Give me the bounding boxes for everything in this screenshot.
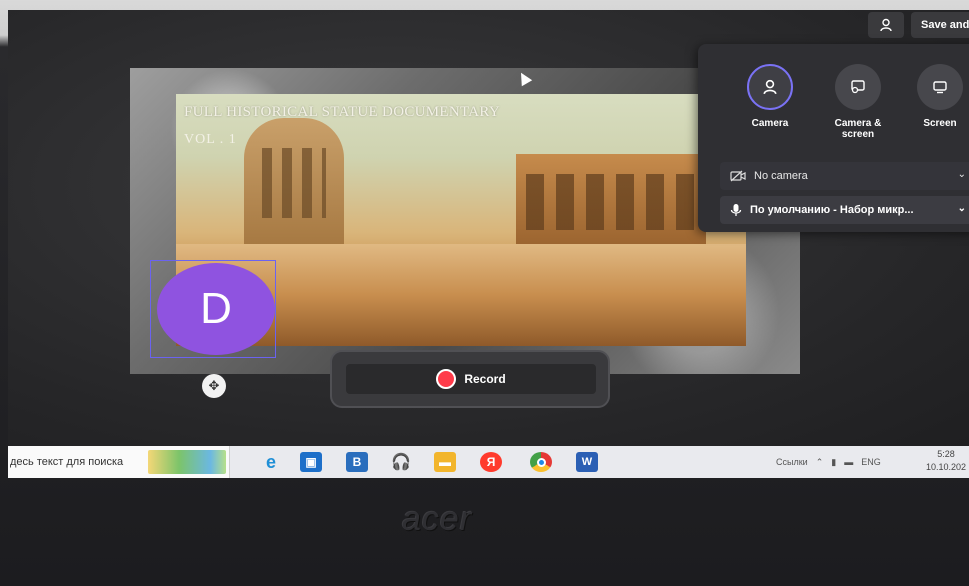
camera-screen-icon (835, 64, 881, 110)
camera-select-value: No camera (754, 170, 808, 182)
video-subtitle: VOL . 1 (184, 132, 237, 147)
battery-icon[interactable]: ▮ (831, 457, 836, 468)
clock-date: 10.10.202 (925, 462, 967, 472)
word-icon[interactable]: W (576, 452, 598, 472)
folder-icon[interactable]: ▬ (434, 452, 456, 472)
save-and-button[interactable]: Save and (911, 12, 969, 38)
clock-time: 5:28 (937, 449, 955, 459)
microphone-icon (730, 204, 742, 216)
chevron-down-icon: ⌄ (957, 203, 966, 214)
source-option-label: Camera & (834, 118, 882, 129)
chrome-icon[interactable] (530, 452, 552, 472)
source-selector-panel: Camera Camera & screen Screen No camera … (698, 44, 969, 232)
tray-label: Ссылки (776, 457, 808, 467)
search-highlight-image (148, 450, 226, 474)
move-icon[interactable]: ✥ (202, 374, 226, 398)
taskbar-search[interactable]: десь текст для поиска (8, 446, 230, 478)
taskbar-search-text: десь текст для поиска (10, 456, 124, 468)
camera-bubble-frame[interactable]: D (150, 260, 276, 358)
store-icon[interactable]: ▣ (300, 452, 322, 472)
record-label: Record (464, 372, 506, 386)
source-option-screen[interactable]: Screen (900, 64, 969, 129)
system-tray: Ссылки ⌃ ▮ ▬ ENG (776, 446, 881, 478)
taskbar-clock[interactable]: 5:28 10.10.202 (922, 448, 969, 474)
language-indicator[interactable]: ENG (861, 457, 881, 467)
vk-icon[interactable]: B (346, 452, 368, 472)
chevron-up-icon[interactable]: ⌃ (816, 457, 824, 468)
camera-off-icon (730, 170, 746, 182)
camera-select[interactable]: No camera ⌄ (720, 162, 969, 190)
monitor-icon (917, 64, 963, 110)
windows-taskbar: десь текст для поиска e ▣ B 🎧 ▬ Я W Ссыл… (8, 446, 969, 478)
monument-tower (244, 118, 344, 258)
person-icon (880, 18, 892, 32)
person-icon (747, 64, 793, 110)
source-option-label: Camera (751, 118, 789, 129)
video-title: FULL HISTORICAL STATUE DOCUMENTARY (184, 104, 501, 120)
source-option-label: Screen (923, 118, 957, 129)
source-option-camera-screen[interactable]: Camera & screen (818, 64, 898, 140)
source-option-camera[interactable]: Camera (730, 64, 810, 129)
yandex-icon[interactable]: Я (480, 452, 502, 472)
chevron-down-icon: ⌄ (957, 169, 966, 180)
edge-icon[interactable]: e (260, 452, 282, 472)
screen: Save and FULL HISTORICAL STATUE DOCUMENT… (8, 10, 969, 478)
source-option-sublabel: screen (841, 129, 875, 140)
profile-button[interactable] (868, 12, 904, 38)
laptop-brand-logo: acer (402, 500, 473, 538)
avatar[interactable]: D (157, 263, 275, 355)
record-toolbar: Record (330, 350, 610, 408)
microphone-select-value: По умолчанию - Набор микр... (750, 204, 914, 216)
record-dot-icon (436, 369, 457, 389)
record-button[interactable]: Record (346, 364, 596, 394)
headphones-icon[interactable]: 🎧 (390, 452, 412, 472)
microphone-select[interactable]: По умолчанию - Набор микр... ⌄ (720, 196, 969, 224)
monument-arches (516, 154, 706, 244)
network-icon[interactable]: ▬ (844, 457, 853, 467)
